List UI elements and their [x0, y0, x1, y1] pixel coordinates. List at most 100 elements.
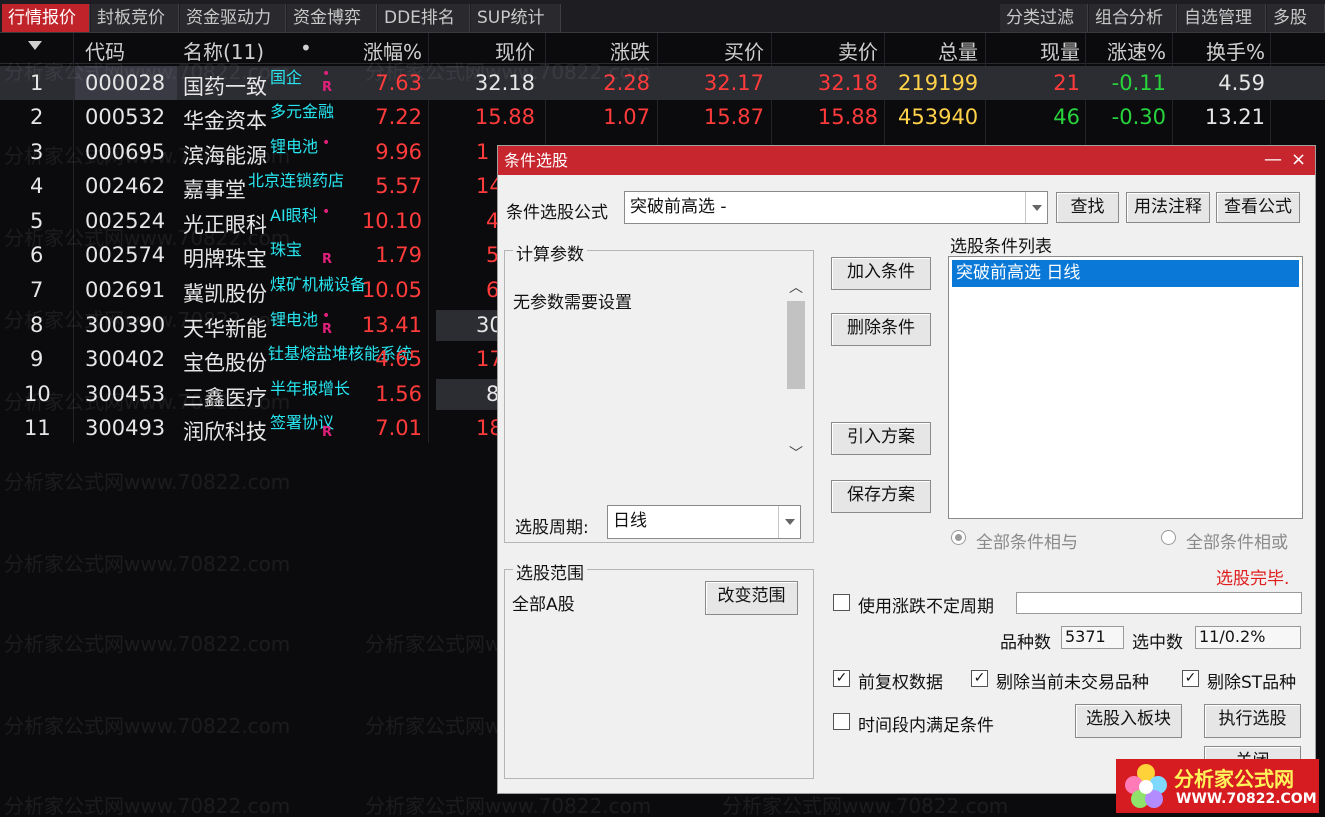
- uncertain-period-checkbox[interactable]: [833, 594, 850, 611]
- turnover: 13.21: [1204, 105, 1265, 129]
- view-formula-button[interactable]: 查看公式: [1216, 192, 1300, 223]
- r-flag-icon: R: [322, 252, 333, 267]
- close-icon[interactable]: ×: [1291, 146, 1306, 175]
- volume: 219199: [898, 71, 979, 95]
- row-index: 2: [30, 105, 44, 129]
- col-code[interactable]: 代码: [85, 36, 125, 65]
- col-change[interactable]: 涨跌: [570, 36, 650, 65]
- params-scrollbar[interactable]: ︿ ﹀: [785, 277, 807, 467]
- col-price[interactable]: 现价: [455, 36, 535, 65]
- stock-name: 明牌珠宝: [183, 247, 267, 271]
- change-pct: 13.41: [361, 313, 422, 337]
- stock-name: 润欣科技: [183, 420, 267, 444]
- condition-list-item[interactable]: 突破前高选 日线: [952, 260, 1299, 287]
- tab-fund-drive[interactable]: 资金驱动力: [180, 4, 286, 32]
- concept-tag: 珠宝: [270, 240, 303, 259]
- stock-code: 300453: [85, 382, 166, 406]
- change-pct: 7.22: [375, 105, 422, 129]
- col-speed[interactable]: 涨速%: [1084, 36, 1166, 65]
- uncertain-period-input[interactable]: [1016, 592, 1302, 614]
- table-row[interactable]: 2 000532 华金资本 多元金融 7.22 15.88 1.07 15.87…: [0, 100, 1325, 134]
- import-plan-button[interactable]: 引入方案: [831, 422, 931, 455]
- add-condition-button[interactable]: 加入条件: [831, 257, 931, 290]
- stock-code: 000532: [85, 105, 166, 129]
- usage-notes-button[interactable]: 用法注释: [1126, 192, 1210, 223]
- period-select[interactable]: 日线: [607, 505, 801, 539]
- period-select-value: 日线: [613, 511, 647, 531]
- condition-stock-picker-dialog: 条件选股 — × 条件选股公式 突破前高选 - 查找 用法注释 查看公式 计算参…: [497, 145, 1316, 794]
- current-volume: 21: [1053, 71, 1080, 95]
- radio-all-or[interactable]: [1161, 530, 1176, 545]
- col-turnover[interactable]: 换手%: [1183, 36, 1265, 65]
- tab-category-filter[interactable]: 分类过滤: [1000, 4, 1088, 32]
- delete-condition-button[interactable]: 删除条件: [831, 313, 931, 346]
- chevron-down-icon[interactable]: [778, 506, 800, 538]
- tab-dde-rank[interactable]: DDE排名: [378, 4, 470, 32]
- col-change-pct[interactable]: 涨幅%: [340, 36, 422, 65]
- change-pct: 1.56: [375, 382, 422, 406]
- radio-all-and-label[interactable]: 全部条件相与: [976, 528, 1078, 553]
- execute-selection-button[interactable]: 执行选股: [1204, 704, 1301, 738]
- col-current-volume[interactable]: 现量: [1000, 36, 1080, 65]
- row-index: 1: [30, 71, 44, 95]
- sort-down-icon[interactable]: [28, 41, 42, 50]
- bid: 15.87: [703, 105, 764, 129]
- row-index: 3: [30, 140, 44, 164]
- change-pct: 5.57: [375, 174, 422, 198]
- price: 32.18: [474, 71, 535, 95]
- calc-params-group: 计算参数 无参数需要设置 选股周期: 日线: [504, 240, 814, 543]
- col-bid[interactable]: 买价: [684, 36, 764, 65]
- r-flag-icon: R: [322, 322, 333, 337]
- uncertain-period-label[interactable]: 使用涨跌不定周期: [858, 592, 994, 617]
- minimize-icon[interactable]: —: [1264, 146, 1282, 175]
- concept-tag: 国企: [270, 68, 303, 87]
- formula-select[interactable]: 突破前高选 -: [624, 191, 1048, 224]
- col-volume[interactable]: 总量: [898, 36, 978, 65]
- tab-limit-bidding[interactable]: 封板竞价: [91, 4, 179, 32]
- range-group: 选股范围 全部A股 改变范围: [504, 559, 814, 779]
- dialog-title[interactable]: 条件选股: [498, 146, 1315, 175]
- exclude-st-label[interactable]: 剔除ST品种: [1207, 668, 1296, 693]
- row-index: 8: [30, 313, 44, 337]
- selected-label: 选中数: [1132, 633, 1183, 653]
- chevron-up-icon[interactable]: ︿: [785, 277, 807, 297]
- table-row[interactable]: 1 000028 国药一致 国企 • R 7.63 32.18 2.28 32.…: [0, 66, 1325, 100]
- add-to-block-button[interactable]: 选股入板块: [1075, 704, 1182, 738]
- row-index: 9: [30, 347, 44, 371]
- exclude-untraded-label[interactable]: 剔除当前未交易品种: [996, 668, 1149, 693]
- time-segment-label[interactable]: 时间段内满足条件: [858, 711, 994, 736]
- forward-adjust-label[interactable]: 前复权数据: [858, 668, 943, 693]
- radio-all-and[interactable]: [951, 530, 966, 545]
- col-ask[interactable]: 卖价: [798, 36, 878, 65]
- tab-watchlist[interactable]: 自选管理: [1178, 4, 1266, 32]
- change-pct: 9.96: [375, 140, 422, 164]
- radio-all-or-label[interactable]: 全部条件相或: [1186, 528, 1288, 553]
- condition-list[interactable]: 突破前高选 日线: [948, 256, 1303, 519]
- col-dot[interactable]: •: [300, 36, 312, 60]
- tab-market-quotes[interactable]: 行情报价: [2, 4, 90, 32]
- exclude-st-checkbox[interactable]: ✓: [1182, 670, 1199, 687]
- watermark-text: 分析家公式网www.70822.com: [365, 794, 652, 817]
- formula-select-value: 突破前高选 -: [630, 197, 727, 217]
- chevron-down-icon[interactable]: ﹀: [785, 443, 807, 463]
- col-name[interactable]: 名称(11): [183, 36, 264, 65]
- speed: -0.11: [1111, 71, 1166, 95]
- change-range-button[interactable]: 改变范围: [705, 581, 798, 615]
- time-segment-checkbox[interactable]: [833, 713, 850, 730]
- forward-adjust-checkbox[interactable]: ✓: [833, 670, 850, 687]
- change-pct: 10.10: [361, 209, 422, 233]
- tab-multi-stock[interactable]: 多股: [1267, 4, 1325, 32]
- tab-combo-analysis[interactable]: 组合分析: [1089, 4, 1177, 32]
- exclude-untraded-checkbox[interactable]: ✓: [971, 670, 988, 687]
- concept-tag: 多元金融: [270, 102, 335, 121]
- period-label: 选股周期:: [515, 518, 589, 538]
- find-button[interactable]: 查找: [1056, 192, 1119, 223]
- save-plan-button[interactable]: 保存方案: [831, 480, 931, 513]
- chevron-down-icon[interactable]: [1025, 192, 1047, 223]
- change-pct: 7.63: [375, 71, 422, 95]
- stock-name: 天华新能: [183, 317, 267, 341]
- scrollbar-thumb[interactable]: [787, 301, 805, 389]
- tab-fund-game[interactable]: 资金博弈: [287, 4, 377, 32]
- concept-tag: AI眼科: [270, 206, 318, 225]
- tab-sup-stats[interactable]: SUP统计: [471, 4, 561, 32]
